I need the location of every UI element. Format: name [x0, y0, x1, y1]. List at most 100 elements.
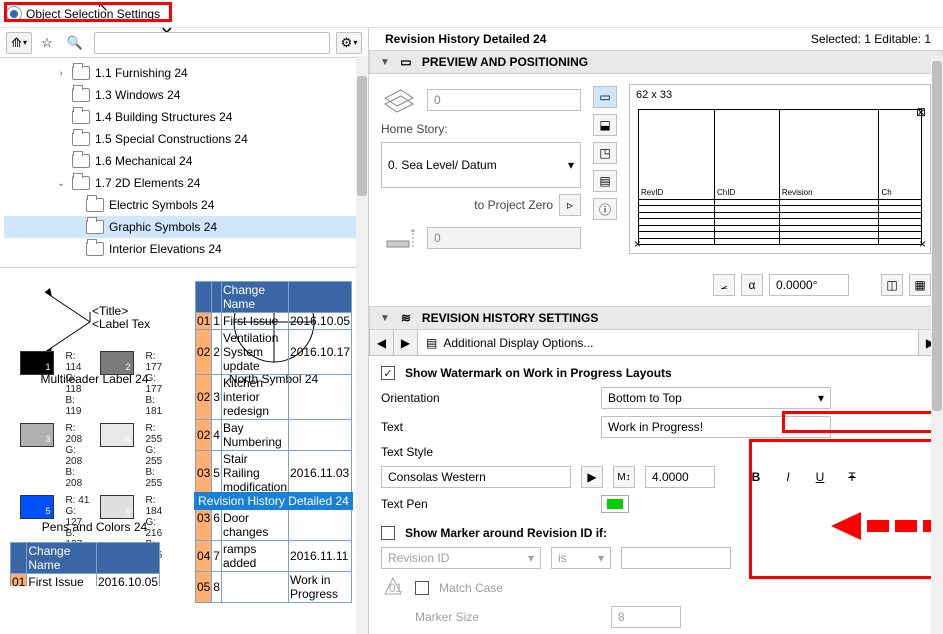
object-name: Revision History Detailed 24 [385, 32, 546, 46]
chevron-down-icon: ▼ [380, 57, 390, 68]
italic-button[interactable]: I [777, 466, 799, 488]
svg-text:<Label Text>: <Label Text> [92, 317, 150, 331]
orientation-select[interactable]: Bottom to Top▾ [601, 387, 831, 409]
selection-status: Selected: 1 Editable: 1 [811, 32, 931, 46]
font-size-icon: M↕ [613, 466, 635, 488]
marker-label: Show Marker around Revision ID if: [405, 526, 607, 540]
app-icon [6, 6, 22, 22]
rotate-icon: α [741, 274, 763, 296]
preview-extra[interactable]: Change Name 01First Issue2016.10.05 02Ve… [10, 542, 160, 586]
mirror-h-button[interactable]: ◫ [881, 274, 903, 296]
folder-icon [72, 88, 90, 102]
tree-label: Graphic Symbols 24 [109, 220, 217, 234]
folder-icon [72, 154, 90, 168]
view-3d-button[interactable]: ◳ [593, 142, 617, 164]
preview-revision-history[interactable]: Change Name 011First Issue2016.10.05 022… [199, 396, 349, 488]
tree-item[interactable]: Interior Elevations 24 [4, 238, 364, 260]
pen-preview[interactable] [601, 495, 629, 513]
markersize-input[interactable]: 8 [611, 606, 681, 628]
matchcase-checkbox[interactable] [415, 581, 429, 595]
preview-icon: ▭ [398, 55, 414, 69]
param-prev-button[interactable]: ◀ [370, 330, 394, 355]
favorite-button[interactable]: ☆ [34, 32, 60, 54]
marker-op-select[interactable]: is▾ [551, 547, 611, 569]
help-button[interactable]: ? [160, 0, 931, 3]
font-play-button[interactable]: ▶ [581, 466, 603, 488]
tree-item[interactable]: Graphic Symbols 24 [4, 216, 364, 238]
preview-label: Pens and Colors 24 [42, 520, 147, 534]
param-page-label[interactable]: ▤ Additional Display Options... [418, 336, 918, 350]
canvas-col: ChID [715, 110, 780, 200]
folder-nav-button[interactable]: ⟰▾ [6, 32, 32, 54]
canvas-col: Ch [879, 110, 922, 200]
search-input[interactable] [94, 32, 330, 54]
canvas-size-label: 62 x 33 [636, 89, 672, 101]
tree-label: 1.5 Special Constructions 24 [95, 132, 248, 146]
pen-swatch: 3 [20, 423, 54, 447]
elevation-icon [381, 222, 421, 254]
tree-label: 1.7 2D Elements 24 [95, 176, 200, 190]
cursor-icon: ↖ [97, 0, 109, 15]
canvas-col: Revision [779, 110, 879, 200]
pen-values: R: 177G: 177B: 181 [146, 351, 170, 417]
pen-swatch: 4 [100, 423, 134, 447]
project-zero-label: to Project Zero [474, 198, 553, 212]
tree-item[interactable]: 1.5 Special Constructions 24 [4, 128, 364, 150]
view-top-button[interactable]: ▭ [593, 86, 617, 108]
tree-label: Electric Symbols 24 [109, 198, 214, 212]
orientation-label: Orientation [381, 391, 591, 405]
preview-canvas[interactable]: 62 x 33 ⊠ × × RevIDChIDRevisionCh [629, 84, 931, 254]
underline-button[interactable]: U [809, 466, 831, 488]
section-preview-header[interactable]: ▼ ▭ PREVIEW AND POSITIONING [369, 50, 943, 74]
font-size-input[interactable]: 4.0000 [645, 466, 715, 488]
bbox-icon [381, 84, 421, 116]
text-input[interactable]: Work in Progress! [601, 416, 831, 438]
scrollbar[interactable] [356, 56, 368, 634]
tree-label: Interior Elevations 24 [109, 242, 222, 256]
bold-button[interactable]: B [745, 466, 767, 488]
tree-item[interactable]: ⌄ 1.7 2D Elements 24 [4, 172, 364, 194]
tree-item[interactable]: 1.3 Windows 24 [4, 84, 364, 106]
mirror-grid-button[interactable]: ▦ [909, 274, 931, 296]
folder-icon [72, 132, 90, 146]
folder-icon [72, 66, 90, 80]
textstyle-label: Text Style [381, 445, 591, 459]
project-zero-button[interactable]: ▹ [559, 194, 581, 216]
pen-values: R: 208G: 208B: 208 [66, 423, 90, 489]
font-input[interactable]: Consolas Western [381, 466, 571, 488]
angle-input[interactable]: 0.0000° [769, 274, 849, 296]
tree-label: 1.3 Windows 24 [95, 88, 180, 102]
home-story-select[interactable]: 0. Sea Level/ Datum▾ [381, 142, 581, 188]
marker-field-select[interactable]: Revision ID▾ [381, 547, 541, 569]
tree-item[interactable]: 1.6 Mechanical 24 [4, 150, 364, 172]
tree-item[interactable]: 1.4 Building Structures 24 [4, 106, 364, 128]
marker-checkbox[interactable] [381, 526, 395, 540]
view-side-button[interactable]: ▤ [593, 170, 617, 192]
chevron-down-icon: ▼ [380, 313, 390, 324]
view-front-button[interactable]: ⬓ [593, 114, 617, 136]
pen-values: R: 114G: 118B: 119 [66, 351, 90, 417]
settings-button[interactable]: ⚙▾ [336, 32, 362, 54]
svg-text:<Title>: <Title> [92, 304, 128, 318]
pen-swatch: 1 [20, 351, 54, 375]
folder-icon [86, 220, 104, 234]
pen-swatch: 5 [20, 495, 54, 519]
watermark-checkbox[interactable]: ✓ [381, 366, 395, 380]
scrollbar[interactable] [931, 56, 943, 634]
canvas-col: RevID [639, 110, 715, 200]
annotation-arrow [831, 512, 943, 540]
textpen-label: Text Pen [381, 497, 591, 511]
param-next-button[interactable]: ▶ [394, 330, 418, 355]
strike-button[interactable]: Ŧ [841, 466, 863, 488]
dim-field[interactable]: 0 [427, 89, 581, 111]
tree-item[interactable]: › 1.1 Furnishing 24 [4, 62, 364, 84]
section-revision-header[interactable]: ▼ ≋ REVISION HISTORY SETTINGS [369, 306, 943, 330]
matchcase-label: Match Case [439, 581, 503, 595]
preview-pens[interactable]: 1R: 114G: 118B: 1192R: 177G: 177B: 1813R… [20, 396, 170, 516]
pen-swatch: 6 [100, 495, 134, 519]
info-button[interactable]: ⓘ [593, 198, 617, 220]
tree-label: 1.6 Mechanical 24 [95, 154, 192, 168]
tree-item[interactable]: Electric Symbols 24 [4, 194, 364, 216]
tree-label: 1.1 Furnishing 24 [95, 66, 188, 80]
marker-value-input[interactable] [621, 547, 731, 569]
